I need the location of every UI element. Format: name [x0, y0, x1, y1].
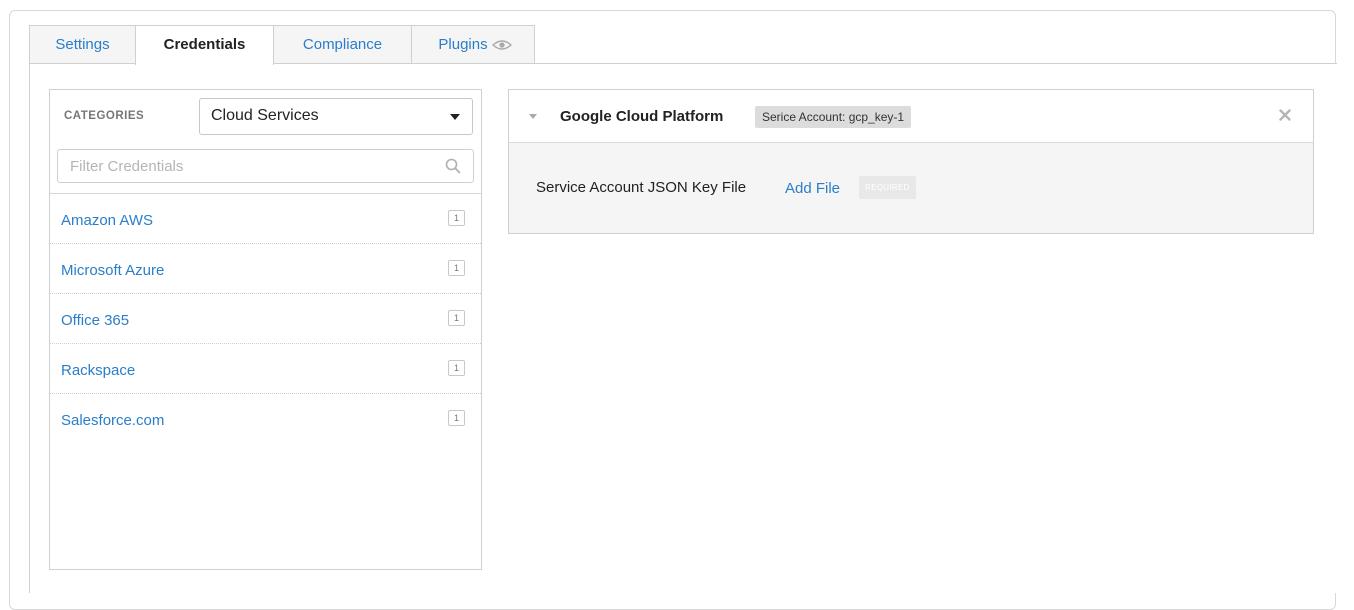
- list-item-label: Office 365: [61, 312, 130, 329]
- tab-credentials[interactable]: Credentials: [135, 25, 274, 65]
- credentials-list: Amazon AWS 1 Microsoft Azure 1 Office 36…: [50, 193, 481, 444]
- close-icon[interactable]: [1279, 108, 1291, 126]
- json-key-file-label: Service Account JSON Key File: [536, 179, 747, 196]
- category-select-value: Cloud Services: [211, 107, 319, 124]
- categories-sidebar: CATEGORIES Cloud Services Amazon AWS 1 M…: [49, 89, 482, 570]
- list-item-salesforce[interactable]: Salesforce.com 1: [50, 394, 481, 444]
- search-icon: [445, 158, 461, 179]
- list-item-label: Salesforce.com: [61, 412, 165, 429]
- collapse-caret-icon[interactable]: [529, 114, 537, 119]
- tab-settings[interactable]: Settings: [29, 25, 136, 64]
- list-item-label: Rackspace: [61, 362, 136, 379]
- credential-title: Google Cloud Platform: [560, 108, 724, 125]
- count-badge: 1: [448, 260, 465, 276]
- credential-header: Google Cloud Platform Serice Account: gc…: [509, 90, 1313, 143]
- eye-icon: [491, 28, 512, 65]
- filter-credentials-input[interactable]: [57, 149, 474, 183]
- list-item-office-365[interactable]: Office 365 1: [50, 294, 481, 344]
- required-badge: REQUIRED: [859, 176, 916, 199]
- tab-plugins[interactable]: Plugins: [411, 25, 535, 64]
- add-file-link[interactable]: Add File: [785, 180, 840, 197]
- count-badge: 1: [448, 410, 465, 426]
- count-badge: 1: [448, 210, 465, 226]
- list-item-label: Microsoft Azure: [61, 262, 165, 279]
- category-select[interactable]: Cloud Services: [199, 98, 473, 135]
- credential-panel: Google Cloud Platform Serice Account: gc…: [508, 89, 1314, 234]
- count-badge: 1: [448, 360, 465, 376]
- tab-compliance[interactable]: Compliance: [273, 25, 412, 64]
- list-item-rackspace[interactable]: Rackspace 1: [50, 344, 481, 394]
- list-item-amazon-aws[interactable]: Amazon AWS 1: [50, 194, 481, 244]
- categories-label: CATEGORIES: [64, 110, 145, 122]
- tab-plugins-label: Plugins: [438, 36, 488, 53]
- count-badge: 1: [448, 310, 465, 326]
- caret-down-icon: [450, 114, 460, 120]
- list-item-label: Amazon AWS: [61, 212, 153, 229]
- service-account-badge: Serice Account: gcp_key-1: [755, 106, 912, 128]
- list-item-microsoft-azure[interactable]: Microsoft Azure 1: [50, 244, 481, 294]
